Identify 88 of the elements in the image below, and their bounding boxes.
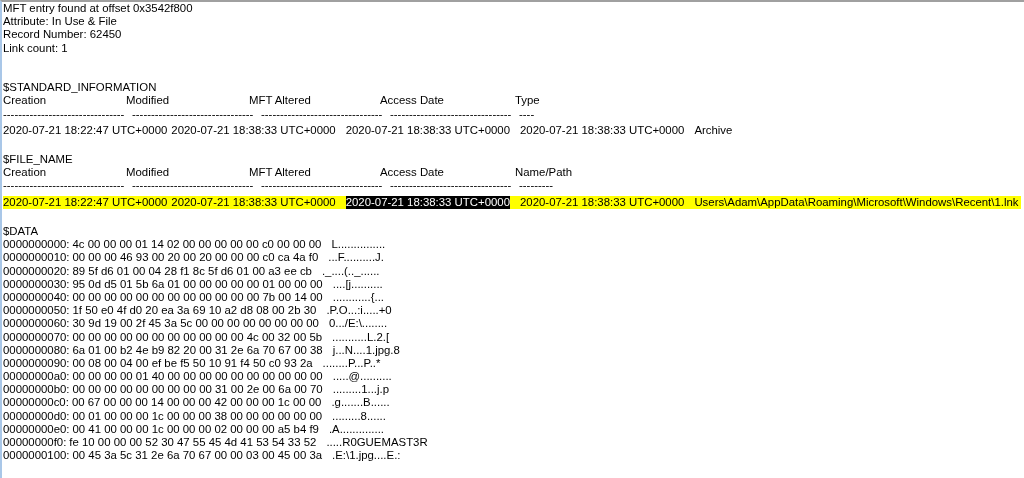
ascii-text: ...........L.2.[: [332, 330, 390, 344]
hex-offset: 00000000b0:: [3, 383, 70, 397]
hex-bytes: 89 5f d6 01 00 04 28 f1 8c 5f d6 01 00 a3 ee cb: [72, 264, 312, 278]
hex-offset: 0000000000:: [3, 238, 70, 252]
hex-bytes: 6a 01 00 b2 4e b9 82 20 00 31 2e 6a 70 67 00 38: [72, 343, 323, 357]
hex-offset: 0000000020:: [3, 264, 70, 278]
value-text: 2020-07-21 18:22:47 UTC+0000: [3, 123, 168, 137]
ascii-text: ............{...: [332, 290, 384, 305]
separator-dashes: --------------------------------: [390, 107, 513, 121]
separator-dashes: --------------------------------: [390, 179, 513, 193]
separator-dashes: ---------: [519, 179, 554, 193]
hex-offset: 00000000e0:: [3, 422, 70, 436]
hex-bytes: 00 41 00 00 00 1c 00 00 00 02 00 00 00 a5 b4 f9: [72, 422, 319, 436]
hex-offset: 0000000050:: [3, 304, 70, 318]
info-line: MFT entry found at offset 0x3542f800: [3, 2, 193, 16]
hex-offset: 0000000030:: [3, 277, 70, 291]
hex-bytes: 95 0d d5 01 5b 6a 01 00 00 00 00 00 01 00 00 00: [72, 277, 323, 291]
separator-dashes: --------------------------------: [3, 107, 126, 121]
hex-offset: 0000000080:: [3, 343, 70, 357]
value-text: 2020-07-21 18:38:33 UTC+0000: [520, 195, 685, 209]
hex-bytes: 00 00 00 46 93 00 20 00 20 00 00 00 c0 ca 4a f0: [72, 251, 319, 265]
hex-bytes: fe 10 00 00 00 52 30 47 55 45 4d 41 53 54 33 52: [69, 436, 317, 450]
heading-label: Name/Path: [515, 166, 573, 180]
hex-bytes: 00 08 00 04 00 ef be f5 50 10 91 f4 50 c0 93 2a: [72, 356, 313, 371]
ascii-text: .E:\1.jpg....E.:: [332, 449, 401, 463]
hex-bytes: 00 00 00 00 01 40 00 00 00 00 00 00 00 00 00 00: [72, 370, 323, 384]
separator-dashes: --------------------------------: [261, 107, 384, 121]
heading-label: Modified: [126, 94, 171, 108]
ascii-text: .P.O...:i.....+0: [326, 304, 392, 318]
heading-label: Access Date: [380, 166, 445, 180]
ascii-text: .....R0GUEMAST3R: [326, 436, 428, 450]
value-text: Users\Adam\AppData\Roaming\Microsoft\Windows\Recent\1.lnk: [694, 195, 1019, 209]
hex-offset: 0000000090:: [3, 356, 70, 371]
value-text: 2020-07-21 18:38:33 UTC+0000: [171, 123, 336, 137]
info-line: Record Number: 62450: [3, 28, 122, 42]
separator-dashes: --------------------------------: [261, 179, 384, 193]
separator-dashes: --------------------------------: [132, 107, 255, 121]
value-text: 2020-07-21 18:38:33 UTC+0000: [171, 195, 336, 209]
ascii-text: .........1...j.p: [332, 383, 390, 397]
heading-label: Creation: [3, 166, 48, 180]
section-title: $STANDARD_INFORMATION: [3, 81, 157, 95]
ascii-text: ....[j..........: [332, 277, 383, 291]
ascii-text: j...N....1.jpg.8: [332, 343, 400, 357]
info-line: Attribute: In Use & File: [3, 15, 117, 29]
hex-offset: 0000000040:: [3, 290, 70, 305]
value-text: Archive: [694, 123, 733, 137]
separator-dashes: --------------------------------: [132, 179, 255, 193]
hex-bytes: 00 00 00 00 00 00 00 00 00 00 00 4c 00 32 00 5b: [72, 330, 323, 344]
value-text: 2020-07-21 18:38:33 UTC+0000: [345, 123, 511, 137]
ascii-text: L...............: [331, 238, 386, 252]
hex-offset: 00000000d0:: [3, 409, 70, 423]
hex-bytes: 00 01 00 00 00 1c 00 00 00 38 00 00 00 00 00 00: [72, 409, 323, 423]
ascii-text: ........P...P..*: [322, 356, 381, 371]
hex-bytes: 00 67 00 00 00 14 00 00 00 42 00 00 00 1c 00 00: [71, 396, 322, 410]
heading-label: Access Date: [380, 94, 445, 108]
hex-offset: 0000000070:: [3, 330, 70, 344]
hex-offset: 00000000a0:: [3, 370, 70, 384]
separator-dashes: --------------------------------: [3, 179, 126, 193]
heading-label: MFT Altered: [249, 166, 312, 180]
hex-bytes: 00 00 00 00 00 00 00 00 00 31 00 2e 00 6a 00 70: [72, 383, 323, 397]
hex-offset: 0000000010:: [3, 251, 70, 265]
info-line: Link count: 1: [3, 41, 68, 55]
ascii-text: ._....(.._......: [321, 264, 380, 278]
hex-bytes: 00 45 3a 5c 31 2e 6a 70 67 00 00 03 00 45 00 3a: [72, 449, 323, 463]
hex-bytes: 1f 50 e0 4f d0 20 ea 3a 69 10 a2 d8 08 00 2b 30: [72, 304, 317, 318]
ascii-text: .g.......B......: [331, 396, 390, 410]
section-title: $DATA: [3, 225, 39, 239]
hex-offset: 00000000c0:: [3, 396, 69, 410]
ascii-text: 0.../E:\........: [328, 317, 388, 331]
value-text: 2020-07-21 18:38:33 UTC+0000: [345, 195, 511, 209]
value-text: 2020-07-21 18:38:33 UTC+0000: [520, 123, 685, 137]
hex-offset: 0000000100:: [3, 449, 70, 463]
ascii-text: .A..............: [328, 422, 384, 436]
heading-label: MFT Altered: [249, 94, 312, 108]
heading-label: Creation: [3, 94, 48, 108]
hex-bytes: 30 9d 19 00 2f 45 3a 5c 00 00 00 00 00 00 00 00: [72, 317, 319, 331]
ascii-text: ...F..........J.: [328, 251, 384, 265]
value-text: 2020-07-21 18:22:47 UTC+0000: [3, 195, 168, 209]
section-title: $FILE_NAME: [3, 153, 73, 167]
ascii-text: .....@..........: [332, 370, 392, 384]
ascii-text: .........8......: [332, 409, 386, 423]
hex-offset: 00000000f0:: [3, 436, 67, 450]
hex-bytes: 4c 00 00 00 01 14 02 00 00 00 00 00 c0 00 00 00: [72, 238, 322, 252]
heading-label: Type: [515, 94, 541, 108]
separator-dashes: ----: [519, 107, 535, 121]
heading-label: Modified: [126, 166, 171, 180]
hex-offset: 0000000060:: [3, 317, 70, 331]
hex-bytes: 00 00 00 00 00 00 00 00 00 00 00 00 7b 00 14 00: [72, 290, 323, 305]
